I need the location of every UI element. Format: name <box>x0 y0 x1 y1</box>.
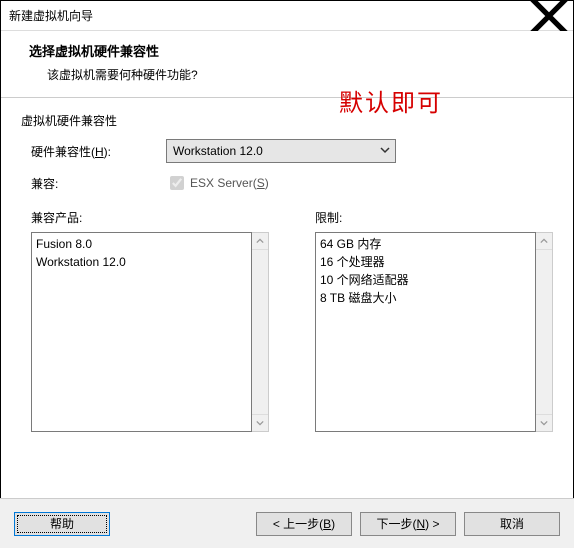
products-column: 兼容产品: Fusion 8.0 Workstation 12.0 <box>31 209 269 432</box>
window-title: 新建虚拟机向导 <box>9 7 527 24</box>
compat-select-value: Workstation 12.0 <box>166 139 396 163</box>
list-item: 8 TB 磁盘大小 <box>320 289 531 307</box>
scroll-up-icon[interactable] <box>536 233 552 250</box>
products-scrollbar[interactable] <box>252 232 269 432</box>
products-listbox[interactable]: Fusion 8.0 Workstation 12.0 <box>31 232 252 432</box>
wizard-header: 选择虚拟机硬件兼容性 该虚拟机需要何种硬件功能? 默认即可 <box>1 31 573 98</box>
close-button[interactable] <box>527 2 571 30</box>
wizard-footer: 帮助 < 上一步(B) 下一步(N) > 取消 <box>0 498 574 548</box>
scroll-track[interactable] <box>252 250 268 414</box>
list-item: Workstation 12.0 <box>36 253 247 271</box>
wizard-subheading: 该虚拟机需要何种硬件功能? <box>29 66 553 83</box>
list-item: Fusion 8.0 <box>36 235 247 253</box>
limits-label: 限制: <box>315 209 553 226</box>
scroll-down-icon[interactable] <box>536 414 552 431</box>
products-label: 兼容产品: <box>31 209 269 226</box>
limits-column: 限制: 64 GB 内存 16 个处理器 10 个网络适配器 8 TB 磁盘大小 <box>315 209 553 432</box>
cancel-button[interactable]: 取消 <box>464 512 560 536</box>
limits-listbox[interactable]: 64 GB 内存 16 个处理器 10 个网络适配器 8 TB 磁盘大小 <box>315 232 536 432</box>
annotation-text: 默认即可 <box>339 83 443 118</box>
wizard-heading: 选择虚拟机硬件兼容性 <box>29 41 553 60</box>
titlebar: 新建虚拟机向导 <box>1 1 573 31</box>
back-button[interactable]: < 上一步(B) <box>256 512 352 536</box>
scroll-down-icon[interactable] <box>252 414 268 431</box>
help-button[interactable]: 帮助 <box>14 512 110 536</box>
list-item: 10 个网络适配器 <box>320 271 531 289</box>
compat-with-label: 兼容: <box>21 175 166 192</box>
wizard-body: 虚拟机硬件兼容性 硬件兼容性(H): Workstation 12.0 兼容: … <box>1 98 573 442</box>
compat-label: 硬件兼容性(H): <box>21 143 166 160</box>
list-item: 64 GB 内存 <box>320 235 531 253</box>
compat-select[interactable]: Workstation 12.0 <box>166 139 396 163</box>
next-button[interactable]: 下一步(N) > <box>360 512 456 536</box>
section-label: 虚拟机硬件兼容性 <box>21 112 553 129</box>
esx-label: ESX Server(S) <box>190 176 269 190</box>
scroll-track[interactable] <box>536 250 552 414</box>
esx-checkbox[interactable] <box>170 176 184 190</box>
compat-row: 硬件兼容性(H): Workstation 12.0 <box>21 139 553 163</box>
list-item: 16 个处理器 <box>320 253 531 271</box>
scroll-up-icon[interactable] <box>252 233 268 250</box>
compat-with-row: 兼容: ESX Server(S) <box>21 173 553 193</box>
limits-scrollbar[interactable] <box>536 232 553 432</box>
lists-area: 兼容产品: Fusion 8.0 Workstation 12.0 限制: 64… <box>21 203 553 432</box>
